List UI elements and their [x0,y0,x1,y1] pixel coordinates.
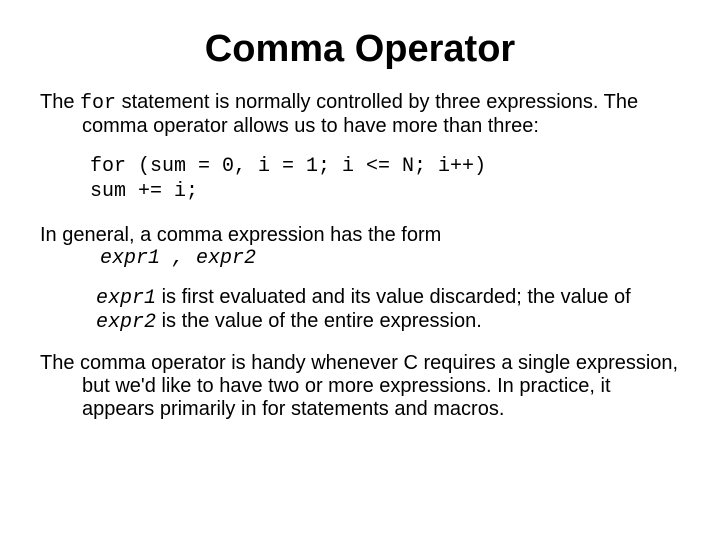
closing-paragraph: The comma operator is handy whenever C r… [40,352,680,421]
expr1: expr1 [96,287,156,310]
explanation-paragraph: expr1 is first evaluated and its value d… [96,286,680,334]
text: statement is normally controlled by thre… [82,91,638,137]
text: is the value of the entire expression. [156,310,482,332]
slide: Comma Operator The for statement is norm… [0,0,720,457]
text: The [40,91,80,113]
text: is first evaluated and its value discard… [156,286,631,308]
form-expression: expr1 , expr2 [100,247,680,270]
form-lead: In general, a comma expression has the f… [40,224,680,247]
intro-paragraph: The for statement is normally controlled… [40,91,680,138]
for-keyword: for [80,92,116,115]
code-example: for (sum = 0, i = 1; i <= N; i++) sum +=… [90,154,680,204]
slide-title: Comma Operator [40,28,680,71]
expr2: expr2 [96,311,156,334]
form-paragraph: In general, a comma expression has the f… [40,224,680,270]
